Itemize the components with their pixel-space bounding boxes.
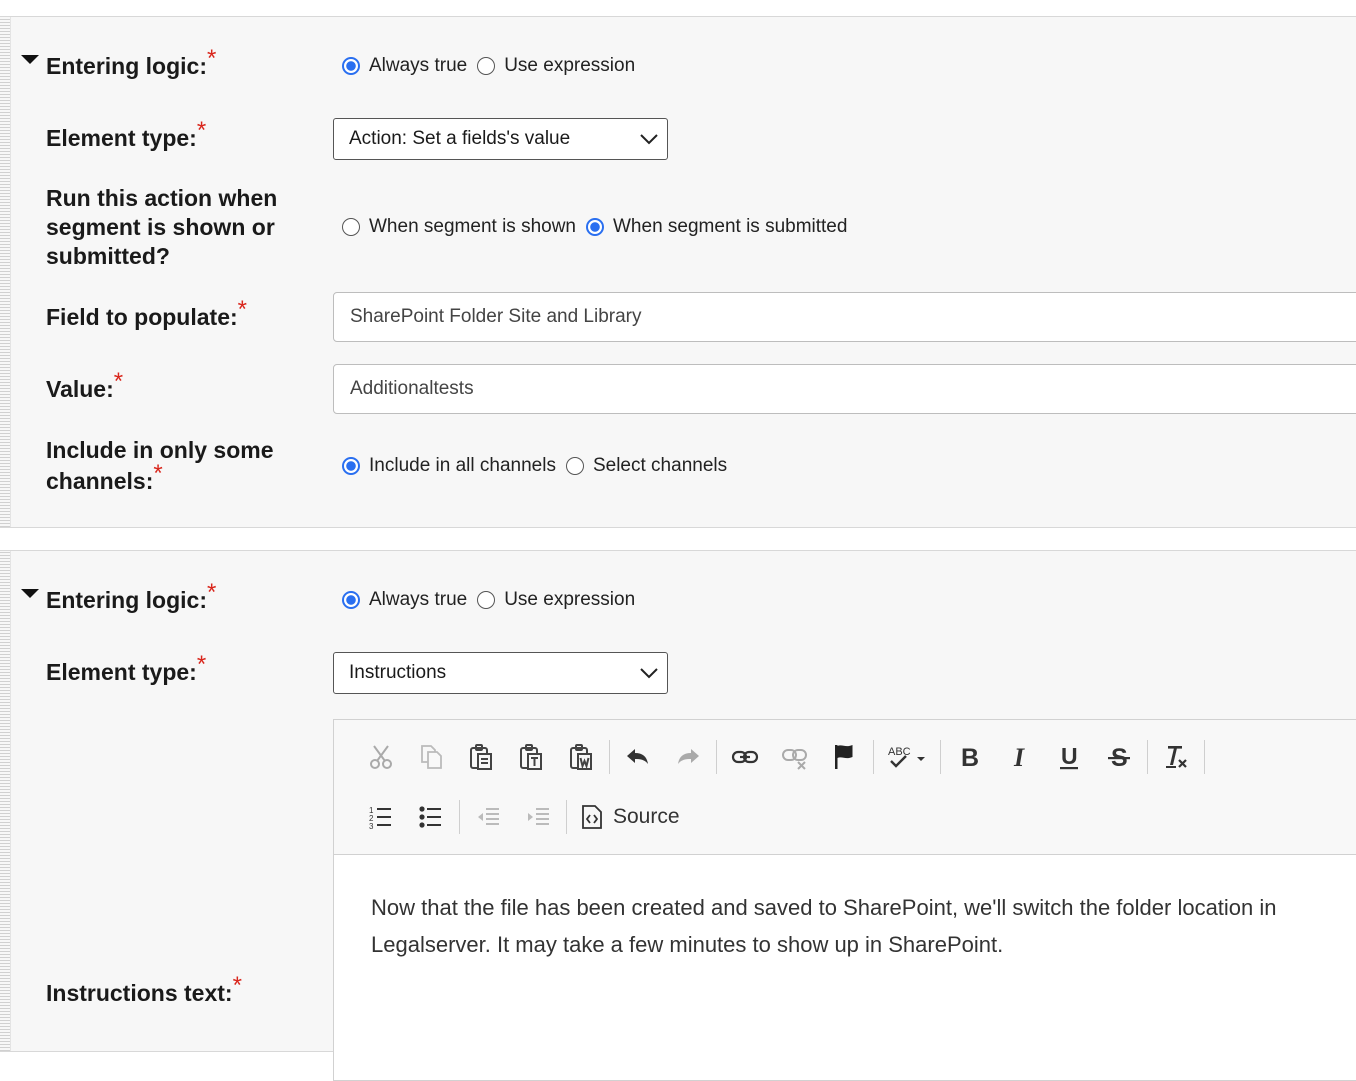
paste-text-icon[interactable] xyxy=(506,737,556,777)
toolbar-separator xyxy=(873,740,874,774)
source-label: Source xyxy=(613,805,680,828)
toolbar-separator xyxy=(1204,740,1205,774)
radio-when-shown[interactable] xyxy=(342,218,360,236)
radio-use-expression[interactable] xyxy=(477,591,496,609)
toolbar-separator xyxy=(1147,740,1148,774)
required-asterisk: * xyxy=(196,651,207,678)
copy-icon[interactable] xyxy=(406,737,456,777)
toolbar-row-2: 123 Source xyxy=(356,797,680,837)
svg-text:ABC: ABC xyxy=(888,746,911,758)
toolbar-separator xyxy=(459,800,460,834)
required-asterisk: * xyxy=(207,45,217,72)
required-asterisk: * xyxy=(196,117,207,144)
italic-icon[interactable]: I xyxy=(994,737,1044,777)
svg-text:B: B xyxy=(961,744,979,771)
element-type-label: Element type:* xyxy=(46,651,207,685)
editor-toolbar: ABC B I U S 123 Source xyxy=(334,720,1356,855)
drag-handle[interactable] xyxy=(0,17,11,527)
value-input[interactable]: Additionaltests xyxy=(333,364,1356,414)
toolbar-separator xyxy=(940,740,941,774)
radio-use-expression[interactable] xyxy=(477,57,496,75)
radio-select-channels[interactable] xyxy=(565,457,584,475)
run-when-label: Run this action when segment is shown or… xyxy=(46,185,278,269)
option-always-true[interactable]: Always true xyxy=(369,55,467,77)
element-type-select[interactable]: Instructions xyxy=(333,652,668,694)
entering-logic-radio-group: Always true Use expression xyxy=(342,55,645,77)
segment-panel-1: Entering logic:* Always true Use express… xyxy=(0,16,1356,528)
paste-icon[interactable] xyxy=(456,737,506,777)
option-when-shown[interactable]: When segment is shown xyxy=(369,216,576,238)
radio-all-channels[interactable] xyxy=(342,457,360,475)
entering-logic-label: Entering logic:* xyxy=(46,45,217,79)
option-use-expression[interactable]: Use expression xyxy=(504,55,635,77)
channels-label: Include in only some channels:* xyxy=(46,437,274,494)
option-select-channels[interactable]: Select channels xyxy=(593,455,727,477)
entering-logic-radio-group: Always true Use expression xyxy=(342,589,645,611)
bulleted-list-icon[interactable] xyxy=(406,797,456,837)
drag-handle[interactable] xyxy=(0,551,11,1051)
link-icon[interactable] xyxy=(720,737,770,777)
toolbar-separator xyxy=(566,800,567,834)
indent-icon[interactable] xyxy=(513,797,563,837)
radio-when-submitted[interactable] xyxy=(586,218,604,236)
required-asterisk: * xyxy=(113,368,124,395)
required-asterisk: * xyxy=(207,579,217,606)
option-all-channels[interactable]: Include in all channels xyxy=(369,455,556,477)
strikethrough-icon[interactable]: S xyxy=(1094,737,1144,777)
source-button[interactable]: Source xyxy=(570,804,680,830)
option-always-true[interactable]: Always true xyxy=(369,589,467,611)
entering-logic-label: Entering logic:* xyxy=(46,579,217,613)
chevron-down-icon xyxy=(640,134,658,145)
required-asterisk: * xyxy=(237,296,247,323)
svg-text:I: I xyxy=(1013,743,1025,771)
outdent-icon[interactable] xyxy=(463,797,513,837)
chevron-down-icon xyxy=(640,668,658,679)
segment-panel-2: Entering logic:* Always true Use express… xyxy=(0,550,1356,1081)
toolbar-separator xyxy=(716,740,717,774)
field-to-populate-input[interactable]: SharePoint Folder Site and Library xyxy=(333,292,1356,342)
radio-always-true[interactable] xyxy=(342,591,360,609)
option-use-expression[interactable]: Use expression xyxy=(504,589,635,611)
option-when-submitted[interactable]: When segment is submitted xyxy=(613,216,847,238)
element-type-select[interactable]: Action: Set a fields's value xyxy=(333,118,668,160)
collapse-caret-icon[interactable] xyxy=(21,55,39,64)
toolbar-row-1: ABC B I U S xyxy=(356,737,1208,777)
bold-icon[interactable]: B xyxy=(944,737,994,777)
paste-word-icon[interactable] xyxy=(556,737,606,777)
toolbar-separator xyxy=(609,740,610,774)
source-icon xyxy=(582,805,602,829)
field-to-populate-label: Field to populate:* xyxy=(46,296,247,330)
anchor-flag-icon[interactable] xyxy=(820,737,870,777)
channels-radio-group: Include in all channels Select channels xyxy=(342,455,737,477)
undo-icon[interactable] xyxy=(613,737,663,777)
svg-text:U: U xyxy=(1061,743,1078,769)
remove-format-icon[interactable] xyxy=(1151,737,1201,777)
rich-text-editor: ABC B I U S 123 Source Now that the file… xyxy=(333,719,1356,1081)
redo-icon[interactable] xyxy=(663,737,713,777)
numbered-list-icon[interactable]: 123 xyxy=(356,797,406,837)
required-asterisk: * xyxy=(153,460,163,487)
cut-icon[interactable] xyxy=(356,737,406,777)
element-type-label: Element type:* xyxy=(46,117,207,151)
required-asterisk: * xyxy=(232,972,242,999)
editor-content[interactable]: Now that the file has been created and s… xyxy=(334,855,1356,963)
value-label: Value:* xyxy=(46,368,124,402)
instructions-text-label: Instructions text:* xyxy=(46,972,242,1006)
underline-icon[interactable]: U xyxy=(1044,737,1094,777)
svg-text:3: 3 xyxy=(369,822,374,831)
unlink-icon[interactable] xyxy=(770,737,820,777)
run-when-radio-group: When segment is shown When segment is su… xyxy=(342,216,857,238)
radio-always-true[interactable] xyxy=(342,57,360,75)
spellcheck-icon[interactable]: ABC xyxy=(877,737,937,777)
collapse-caret-icon[interactable] xyxy=(21,589,39,598)
